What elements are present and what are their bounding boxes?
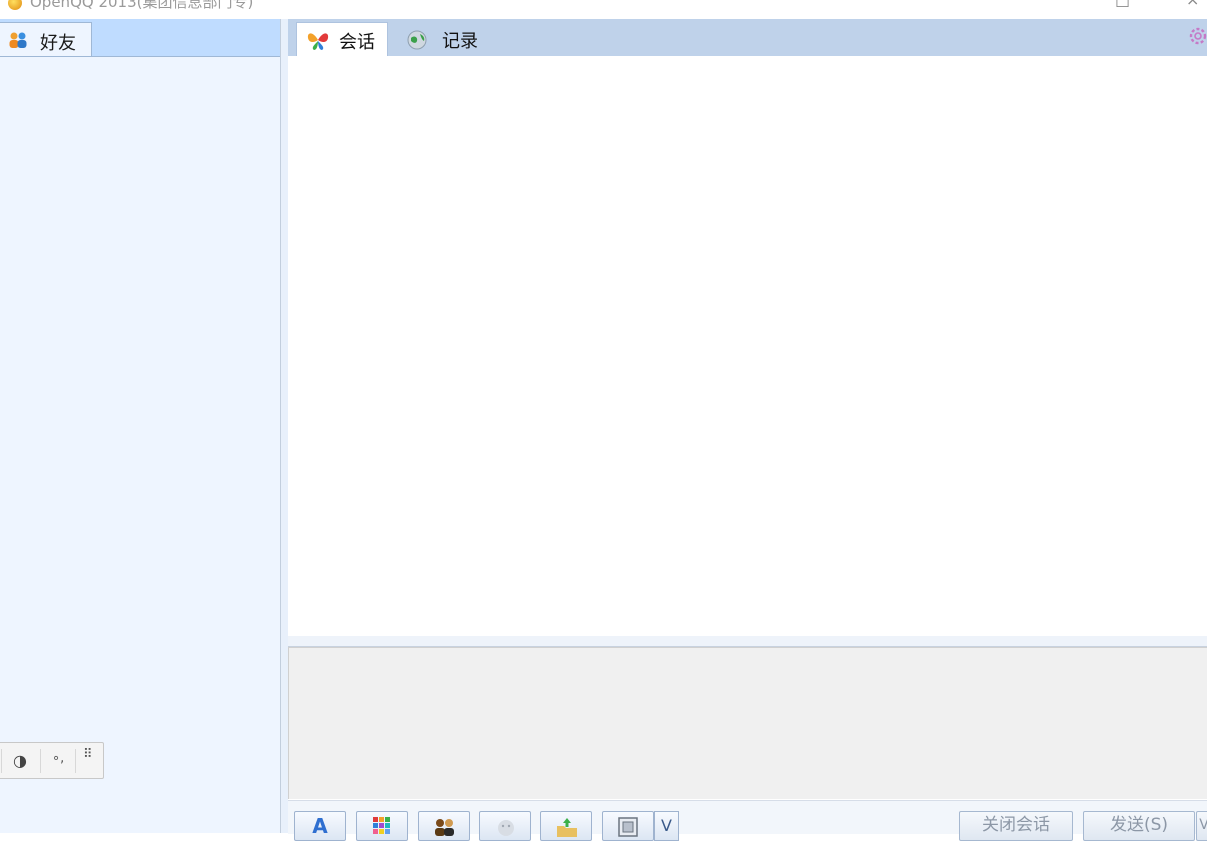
bottom-toolbar: A V 关闭会话 发送(S) V xyxy=(288,800,1207,841)
users-icon xyxy=(435,819,454,836)
color-grid-icon xyxy=(373,817,390,834)
font-button[interactable]: A xyxy=(294,811,346,841)
title-bar: OpenQQ 2013(集团信息部门专) □ × xyxy=(0,0,1207,19)
toolbar-separator xyxy=(75,749,76,773)
gear-icon[interactable] xyxy=(1186,24,1207,48)
send-options-dropdown[interactable]: V xyxy=(1196,811,1207,841)
options-icon[interactable]: ∘, xyxy=(52,751,64,771)
message-input[interactable] xyxy=(288,647,1207,799)
toolbar-separator xyxy=(40,749,41,773)
window-title: OpenQQ 2013(集团信息部门专) xyxy=(30,0,254,11)
color-button[interactable] xyxy=(356,811,408,841)
toolbar-separator xyxy=(1,749,2,773)
screenshot-dropdown-button[interactable]: V xyxy=(654,811,679,841)
send-file-button[interactable] xyxy=(540,811,592,841)
close-window-button[interactable]: × xyxy=(1186,0,1199,8)
maximize-button[interactable]: □ xyxy=(1115,0,1130,8)
tab-friends[interactable]: 好友 xyxy=(0,22,92,56)
emoticon-button[interactable] xyxy=(479,811,531,841)
tab-friends-label: 好友 xyxy=(40,33,76,54)
butterfly-icon xyxy=(307,33,329,50)
chat-splitter[interactable] xyxy=(288,636,1207,647)
panel-splitter[interactable] xyxy=(281,19,288,833)
tab-session[interactable]: 会话 xyxy=(296,22,388,56)
friends-icon xyxy=(9,32,27,48)
font-icon: A xyxy=(312,814,328,838)
friends-tab-bar: 好友 xyxy=(0,19,280,57)
history-globe-icon xyxy=(407,30,427,50)
floating-toolbar: ◑ ∘, ⠿ xyxy=(0,742,104,779)
screenshot-icon xyxy=(618,817,638,837)
tab-history[interactable]: 记录 xyxy=(398,22,490,56)
friends-panel: 好友 ◑ ∘, ⠿ xyxy=(0,19,281,833)
emoticon-icon xyxy=(498,820,514,836)
tab-history-label: 记录 xyxy=(442,31,478,52)
screenshot-button[interactable] xyxy=(602,811,654,841)
grip-icon[interactable]: ⠿ xyxy=(83,747,93,767)
tab-session-label: 会话 xyxy=(339,32,375,53)
folder-upload-icon xyxy=(557,818,577,837)
chat-tab-bar: 会话 记录 xyxy=(288,19,1207,56)
avatar-toggle-icon[interactable]: ◑ xyxy=(13,751,27,771)
send-button[interactable]: 发送(S) xyxy=(1083,811,1195,841)
app-logo-icon xyxy=(8,0,22,10)
chat-history-area[interactable] xyxy=(288,56,1207,636)
close-session-button[interactable]: 关闭会话 xyxy=(959,811,1073,841)
users-button[interactable] xyxy=(418,811,470,841)
